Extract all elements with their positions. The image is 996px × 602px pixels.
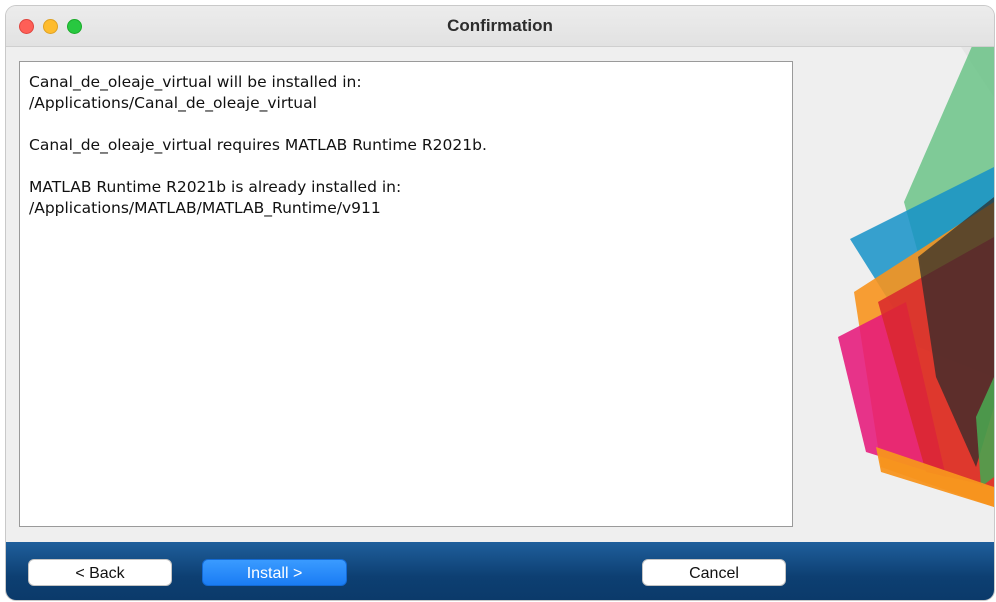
message-panel: Canal_de_oleaje_virtual will be installe… <box>19 61 793 527</box>
installer-window: Confirmation Canal_de_oleaje_virtual wil… <box>6 6 994 600</box>
back-button[interactable]: < Back <box>28 559 172 586</box>
title-bar: Confirmation <box>6 6 994 47</box>
install-location-text: Canal_de_oleaje_virtual will be installe… <box>29 73 362 91</box>
runtime-installed-text: MATLAB Runtime R2021b is already install… <box>29 178 402 196</box>
runtime-requirement-text: Canal_de_oleaje_virtual requires MATLAB … <box>29 136 487 154</box>
matlab-membrane-graphic <box>838 47 994 507</box>
cancel-button[interactable]: Cancel <box>642 559 786 586</box>
button-bar: < Back Install > Cancel <box>6 542 994 600</box>
install-button[interactable]: Install > <box>202 559 347 586</box>
window-title: Confirmation <box>447 16 553 35</box>
runtime-path-text: /Applications/MATLAB/MATLAB_Runtime/v911 <box>29 199 381 217</box>
install-path-text: /Applications/Canal_de_oleaje_virtual <box>29 94 317 112</box>
content-area: Canal_de_oleaje_virtual will be installe… <box>6 47 994 542</box>
